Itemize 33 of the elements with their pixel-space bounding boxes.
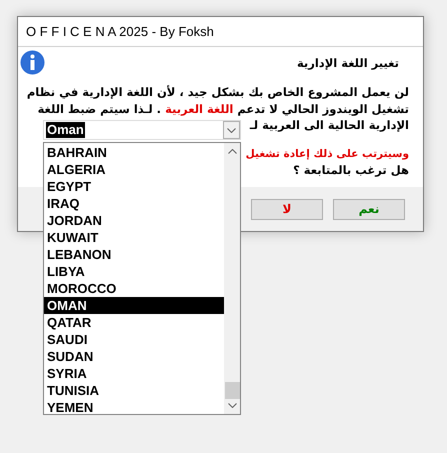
message-text: لن يعمل المشروع الخاص بك بشكل جيد ، لأن اللغة الإدارية في نظام bbox=[26, 84, 409, 101]
country-option[interactable]: KUWAIT bbox=[44, 229, 224, 246]
country-option[interactable]: YEMEN bbox=[44, 399, 224, 416]
window-title: O F F I C E N A 2025 - By Foksh bbox=[26, 22, 214, 41]
country-combobox[interactable]: Oman bbox=[43, 120, 241, 140]
country-option[interactable]: SAUDI bbox=[44, 331, 224, 348]
country-option[interactable]: OMAN bbox=[44, 297, 224, 314]
country-option[interactable]: EGYPT bbox=[44, 178, 224, 195]
yes-button[interactable]: نعم bbox=[333, 198, 405, 220]
scroll-up-icon[interactable] bbox=[228, 149, 236, 154]
warning-text: وسيترتب على ذلك إعادة تشغيل bbox=[246, 146, 409, 162]
country-option[interactable]: BAHRAIN bbox=[44, 144, 224, 161]
country-option[interactable]: QATAR bbox=[44, 314, 224, 331]
question-text: هل ترغب بالمتابعة ؟ bbox=[293, 162, 409, 178]
scroll-down-icon[interactable] bbox=[228, 403, 236, 408]
country-option[interactable]: JORDAN bbox=[44, 212, 224, 229]
country-option[interactable]: SUDAN bbox=[44, 348, 224, 365]
country-option[interactable]: LEBANON bbox=[44, 246, 224, 263]
dialog-heading: تغيير اللغة الإدارية bbox=[296, 55, 400, 72]
country-option[interactable]: MOROCCO bbox=[44, 280, 224, 297]
country-option[interactable]: SYRIA bbox=[44, 365, 224, 382]
country-option[interactable]: LIBYA bbox=[44, 263, 224, 280]
scrollbar-thumb[interactable] bbox=[224, 382, 240, 399]
message-text: الإدارية الحالية الى العربية لـ bbox=[250, 117, 409, 134]
country-option[interactable]: ALGERIA bbox=[44, 161, 224, 178]
country-option[interactable]: IRAQ bbox=[44, 195, 224, 212]
combobox-value: Oman bbox=[46, 122, 85, 138]
chevron-down-icon bbox=[227, 128, 236, 132]
dropdown-button[interactable] bbox=[223, 121, 240, 139]
scrollbar[interactable] bbox=[224, 143, 240, 414]
no-button[interactable]: لا bbox=[251, 198, 323, 220]
country-option[interactable]: TUNISIA bbox=[44, 382, 224, 399]
message-text: تشغيل الويندوز الحالي لا تدعم اللغة العربية . لـذا سيتم ضبط اللغة bbox=[38, 100, 409, 118]
